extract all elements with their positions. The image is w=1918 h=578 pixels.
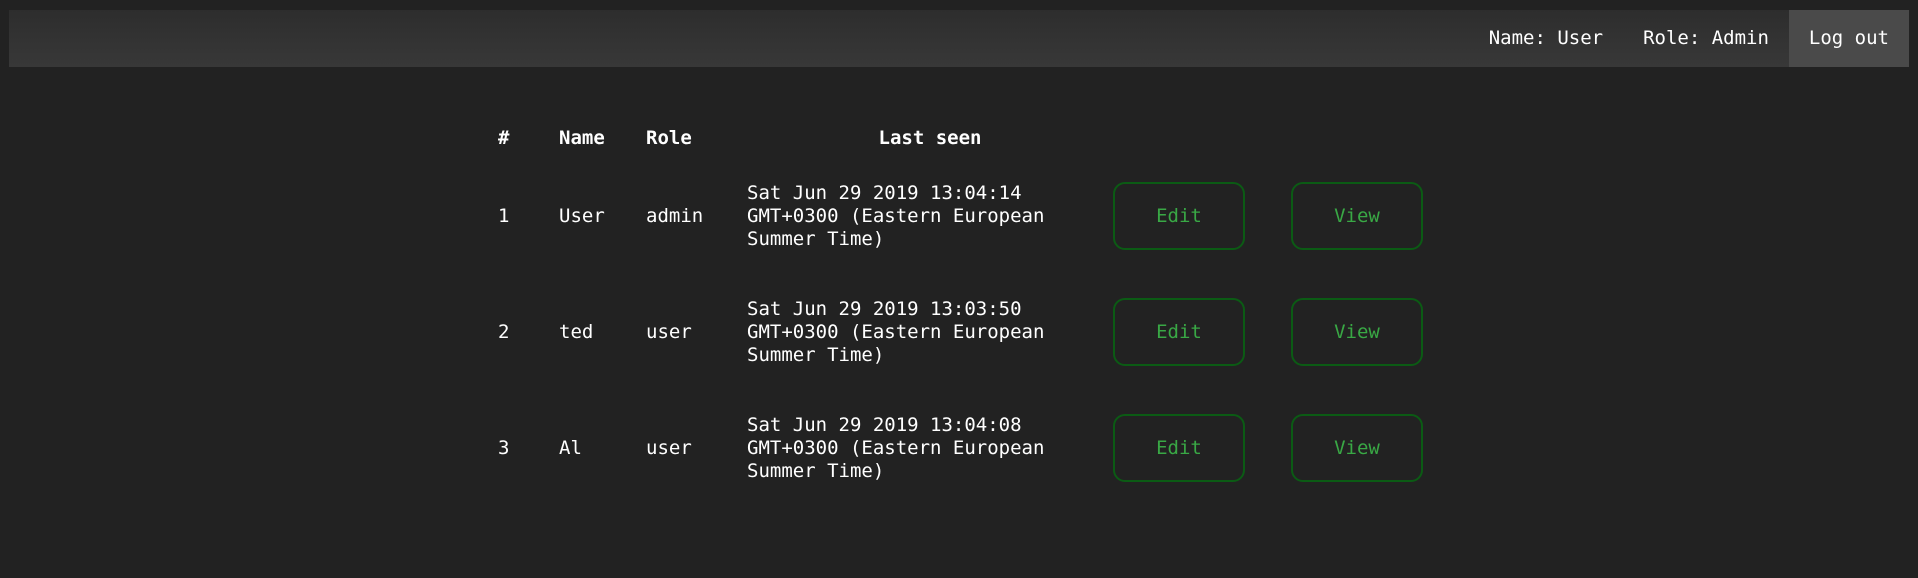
edit-button[interactable]: Edit: [1113, 182, 1245, 250]
column-header-name: Name: [559, 127, 605, 149]
user-name-cell: ted: [559, 320, 594, 343]
last-seen-cell: Sat Jun 29 2019 13:04:14 GMT+0300 (Easte…: [747, 158, 1113, 274]
user-name-cell: User: [559, 204, 605, 227]
users-table: # Name Role Last seen 1 User admin Sat J…: [488, 118, 1441, 506]
table-header-row: # Name Role Last seen: [488, 118, 1441, 158]
view-button[interactable]: View: [1291, 298, 1423, 366]
user-name-label: Name: User: [1488, 27, 1604, 49]
edit-button[interactable]: Edit: [1113, 298, 1245, 366]
column-header-last-seen: Last seen: [878, 127, 982, 149]
last-seen-text: Sat Jun 29 2019 13:04:08 GMT+0300 (Easte…: [747, 413, 1045, 482]
user-role-cell: user: [646, 436, 692, 459]
view-button[interactable]: View: [1291, 182, 1423, 250]
table-row: 3 Al user Sat Jun 29 2019 13:04:08 GMT+0…: [488, 390, 1441, 506]
view-cell: View: [1291, 158, 1441, 274]
row-number: 2: [498, 320, 510, 343]
row-number: 1: [498, 204, 510, 227]
user-name-cell: Al: [559, 436, 582, 459]
edit-cell: Edit: [1113, 390, 1291, 506]
view-cell: View: [1291, 390, 1441, 506]
last-seen-cell: Sat Jun 29 2019 13:04:08 GMT+0300 (Easte…: [747, 390, 1113, 506]
last-seen-text: Sat Jun 29 2019 13:04:14 GMT+0300 (Easte…: [747, 181, 1045, 250]
edit-cell: Edit: [1113, 158, 1291, 274]
view-button[interactable]: View: [1291, 414, 1423, 482]
column-header-edit: [1113, 118, 1291, 158]
column-header-role: Role: [646, 127, 692, 149]
column-header-view: [1291, 118, 1441, 158]
edit-cell: Edit: [1113, 274, 1291, 390]
top-navbar: Name: User Role: Admin Log out: [9, 10, 1909, 67]
edit-button[interactable]: Edit: [1113, 414, 1245, 482]
user-role-cell: user: [646, 320, 692, 343]
table-row: 2 ted user Sat Jun 29 2019 13:03:50 GMT+…: [488, 274, 1441, 390]
user-role-cell: admin: [646, 204, 704, 227]
last-seen-text: Sat Jun 29 2019 13:03:50 GMT+0300 (Easte…: [747, 297, 1045, 366]
logout-button[interactable]: Log out: [1788, 10, 1909, 67]
table-row: 1 User admin Sat Jun 29 2019 13:04:14 GM…: [488, 158, 1441, 274]
row-number: 3: [498, 436, 510, 459]
column-header-number: #: [498, 127, 510, 149]
last-seen-cell: Sat Jun 29 2019 13:03:50 GMT+0300 (Easte…: [747, 274, 1113, 390]
user-role-label: Role: Admin: [1643, 27, 1769, 49]
view-cell: View: [1291, 274, 1441, 390]
